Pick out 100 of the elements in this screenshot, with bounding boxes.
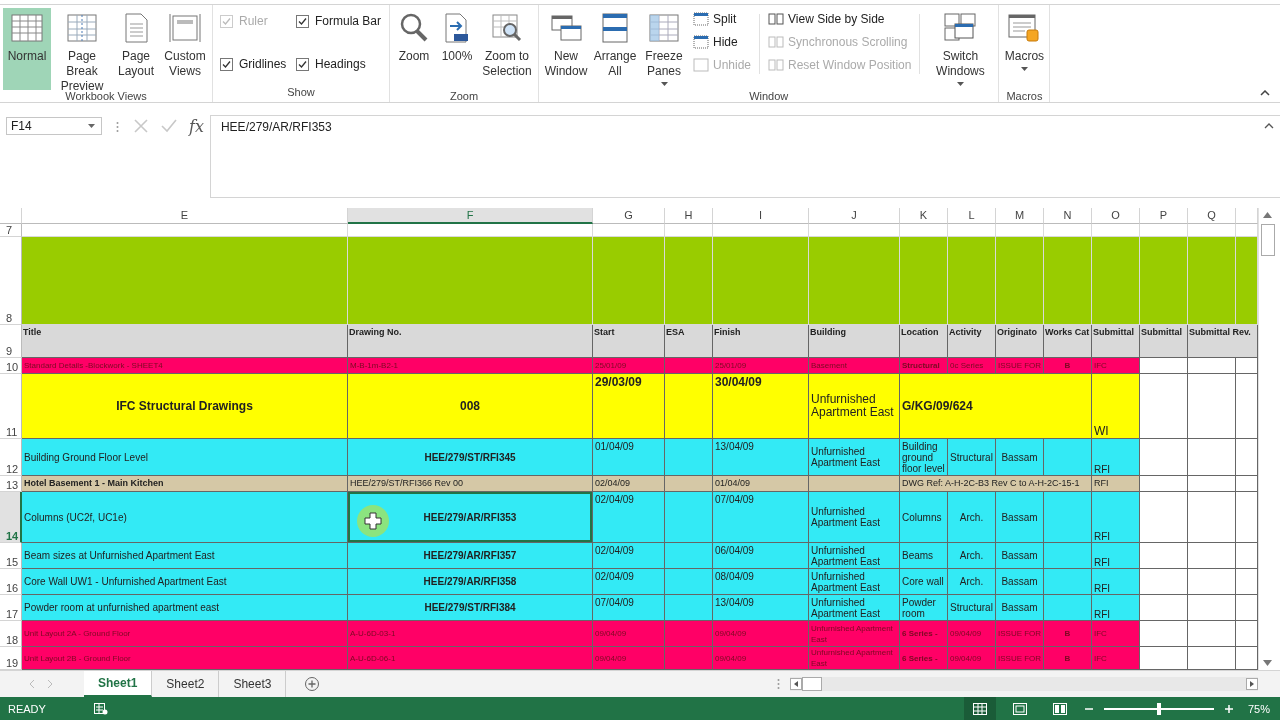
name-box[interactable]: F14 bbox=[6, 117, 102, 135]
view-button[interactable]: Page Layout bbox=[113, 8, 159, 90]
table-cell: HEE/279/ST/RFI345 bbox=[348, 439, 593, 476]
collapse-icon[interactable] bbox=[1264, 123, 1274, 129]
table-cell: Building ground floor level bbox=[900, 439, 948, 476]
row-header[interactable]: 9 bbox=[0, 325, 22, 358]
column-header[interactable]: J bbox=[809, 208, 900, 224]
window-button[interactable]: New Window bbox=[542, 8, 590, 90]
row-header[interactable]: 8 bbox=[0, 237, 22, 325]
column-header[interactable]: O bbox=[1092, 208, 1140, 224]
table-cell: 6 Series - bbox=[900, 621, 948, 647]
window-option[interactable]: View Side by Side bbox=[765, 9, 915, 29]
page-break-icon bbox=[1052, 702, 1067, 715]
view-button[interactable]: Page Break Preview bbox=[53, 8, 111, 90]
table-cell: Standard Details -Blockwork - SHEET4 bbox=[22, 358, 348, 374]
check-icon[interactable] bbox=[159, 118, 179, 134]
table-cell: Submittal bbox=[1140, 325, 1188, 358]
checkbox[interactable] bbox=[296, 57, 309, 71]
table-cell bbox=[1044, 439, 1092, 476]
table-cell bbox=[665, 358, 713, 374]
column-header[interactable]: N bbox=[1044, 208, 1092, 224]
table-cell bbox=[665, 569, 713, 595]
macro-record-icon[interactable] bbox=[93, 702, 108, 715]
column-header[interactable]: M bbox=[996, 208, 1044, 224]
column-header[interactable]: E bbox=[22, 208, 348, 224]
table-cell bbox=[1188, 569, 1236, 595]
table-cell: 02/04/09 bbox=[593, 543, 665, 569]
row-header[interactable]: 17 bbox=[0, 595, 22, 621]
column-header[interactable]: L bbox=[948, 208, 996, 224]
table-cell: Originato bbox=[996, 325, 1044, 358]
zoom-in-icon[interactable] bbox=[1223, 703, 1234, 714]
checkbox-label[interactable]: Gridlines bbox=[239, 57, 287, 71]
table-cell: Powder room bbox=[900, 595, 948, 621]
table-cell: Unit Layout 2A - Ground Floor bbox=[22, 621, 348, 647]
checkbox-label[interactable]: Formula Bar bbox=[315, 14, 382, 28]
collapse-ribbon-icon[interactable] bbox=[1260, 90, 1270, 96]
view-button[interactable]: Custom Views bbox=[161, 8, 209, 90]
custom-views-icon bbox=[168, 12, 202, 44]
row-header[interactable]: 14 bbox=[0, 492, 22, 543]
row-header[interactable]: 19 bbox=[0, 647, 22, 670]
table-cell: 25/01/09 bbox=[593, 358, 665, 374]
table-cell: IFC bbox=[1092, 621, 1140, 647]
split-icon bbox=[693, 12, 709, 26]
checkbox[interactable] bbox=[296, 14, 309, 28]
formula-field[interactable]: HEE/279/AR/RFI353 bbox=[209, 115, 1280, 198]
page-icon bbox=[1012, 702, 1027, 715]
view-button[interactable]: Normal bbox=[3, 8, 51, 90]
table-cell: Arch. bbox=[948, 492, 996, 543]
table-cell: A-U-6D-06-1 bbox=[348, 647, 593, 670]
row-header[interactable]: 16 bbox=[0, 569, 22, 595]
table-cell: 07/04/09 bbox=[593, 595, 665, 621]
checkbox-label[interactable]: Headings bbox=[315, 57, 366, 71]
zoom-button[interactable]: 100% bbox=[437, 8, 477, 90]
macros-button[interactable]: Macros bbox=[1002, 8, 1047, 90]
window-button[interactable]: Arrange All bbox=[592, 8, 638, 90]
window-icon bbox=[693, 35, 709, 49]
scroll-left-icon[interactable] bbox=[790, 678, 802, 690]
normal-view-button[interactable] bbox=[963, 697, 996, 720]
zoom-button[interactable]: Zoom to Selection bbox=[479, 8, 535, 90]
group-label: Zoom bbox=[448, 90, 480, 102]
group-label: Macros bbox=[1005, 90, 1044, 102]
column-header[interactable]: P bbox=[1140, 208, 1188, 224]
horizontal-scrollbar[interactable] bbox=[790, 677, 1258, 691]
group-label: Workbook Views bbox=[64, 90, 148, 102]
column-header[interactable]: Q bbox=[1188, 208, 1236, 224]
row-header[interactable]: 11 bbox=[0, 374, 22, 439]
row-header[interactable]: 12 bbox=[0, 439, 22, 476]
row-header[interactable]: 13 bbox=[0, 476, 22, 492]
column-header[interactable]: K bbox=[900, 208, 948, 224]
scroll-down-icon[interactable] bbox=[1263, 660, 1272, 666]
insert-function-button[interactable]: fx bbox=[183, 115, 210, 137]
add-sheet-icon[interactable] bbox=[304, 676, 321, 692]
window-option[interactable]: Hide bbox=[690, 32, 755, 52]
table-cell: WI bbox=[1092, 374, 1140, 439]
column-header[interactable]: H bbox=[665, 208, 713, 224]
column-header[interactable]: I bbox=[713, 208, 809, 224]
scroll-up-icon[interactable] bbox=[1263, 212, 1272, 218]
table-cell bbox=[665, 595, 713, 621]
switch-windows-button[interactable]: Switch Windows bbox=[925, 8, 996, 90]
scrollbar-thumb[interactable] bbox=[1260, 224, 1275, 256]
row-header[interactable]: 7 bbox=[0, 224, 22, 237]
table-cell: 02/04/09 bbox=[593, 569, 665, 595]
checkbox[interactable] bbox=[220, 57, 233, 71]
zoom-level[interactable]: 75% bbox=[1247, 702, 1270, 715]
zoom-button[interactable]: Zoom bbox=[393, 8, 435, 90]
table-cell: 13/04/09 bbox=[713, 595, 809, 621]
sheet-tab[interactable]: Sheet1 bbox=[84, 671, 153, 697]
side-by-side-icon bbox=[768, 58, 785, 72]
scrollbar-thumb[interactable] bbox=[802, 677, 822, 691]
table-cell: Bassam bbox=[996, 439, 1044, 476]
window-button[interactable]: Freeze Panes bbox=[640, 8, 688, 90]
scroll-right-icon[interactable] bbox=[1246, 678, 1258, 690]
column-header[interactable]: F bbox=[348, 208, 593, 224]
row-header[interactable]: 15 bbox=[0, 543, 22, 569]
table-cell: Structural bbox=[948, 595, 996, 621]
row-header[interactable]: 18 bbox=[0, 621, 22, 647]
row-header[interactable]: 10 bbox=[0, 358, 22, 374]
zoom-slider-thumb[interactable] bbox=[1156, 702, 1161, 715]
window-option[interactable]: Split bbox=[690, 9, 755, 29]
column-header[interactable]: G bbox=[593, 208, 665, 224]
